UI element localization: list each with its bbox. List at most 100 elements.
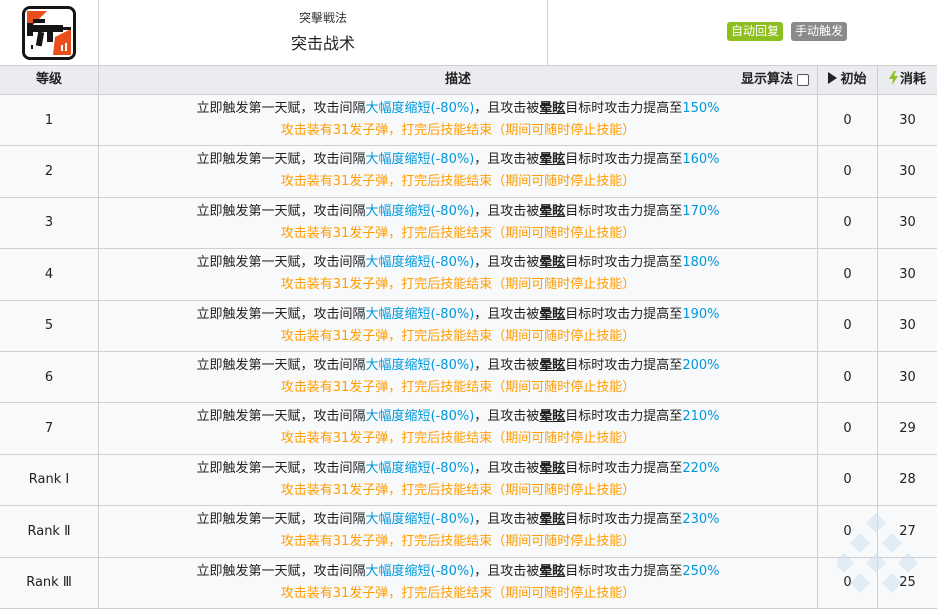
desc-text-c: ，且攻击被 — [474, 409, 540, 425]
desc-text-c: ，且攻击被 — [474, 101, 540, 116]
skill-header: 突擊戦法 突击战术 自动回复 手动触发 — [0, 0, 937, 66]
description-line-1: 立即触发第一天赋，攻击间隔大幅度缩短(-80%)，且攻击被晕眩目标时攻击力提高至… — [99, 355, 817, 377]
description-line-2: 攻击装有31发子弹，打完后技能结束（期间可随时停止技能） — [280, 174, 636, 190]
description-cell: 立即触发第一天赋，攻击间隔大幅度缩短(-80%)，且攻击被晕眩目标时攻击力提高至… — [99, 197, 818, 249]
sp-cost-cell: 30 — [899, 369, 916, 385]
table-row: 7 立即触发第一天赋，攻击间隔大幅度缩短(-80%)，且攻击被晕眩目标时攻击力提… — [0, 403, 937, 455]
desc-text-a: 立即触发第一天赋，攻击间隔 — [196, 306, 366, 322]
skill-badges: 自动回复 手动触发 — [726, 22, 847, 41]
attack-percent-value: 190% — [682, 306, 720, 322]
initial-sp-cell: 0 — [818, 300, 878, 351]
desc-text-e: 目标时攻击力提高至 — [565, 101, 683, 116]
table-row: 1 立即触发第一天赋，攻击间隔大幅度缩短(-80%)，且攻击被晕眩目标时攻击力提… — [0, 95, 937, 147]
desc-text-c: ，且攻击被 — [474, 203, 540, 219]
level-cell: 4 — [0, 249, 99, 300]
description-line-2: 攻击装有31发子弹，打完后技能结束（期间可随时停止技能） — [280, 482, 636, 498]
desc-interval-highlight: 大幅度缩短(-80%) — [365, 203, 475, 219]
stun-keyword-link[interactable]: 晕眩 — [539, 512, 565, 527]
skill-name-cell: 突擊戦法 突击战术 — [99, 0, 548, 66]
level-cell: 7 — [0, 403, 99, 454]
description-column-header: 描述 — [99, 66, 818, 94]
recovery-type-badge: 自动回复 — [726, 22, 783, 41]
desc-interval-highlight: 大幅度缩短(-80%) — [365, 101, 475, 116]
description-line-2: 攻击装有31发子弹，打完后技能结束（期间可随时停止技能） — [280, 379, 636, 395]
sp-cost-cell: 30 — [899, 112, 916, 128]
skill-subtitle: 突擊戦法 — [298, 11, 347, 25]
description-cell: 立即触发第一天赋，攻击间隔大幅度缩短(-80%)，且攻击被晕眩目标时攻击力提高至… — [99, 249, 818, 300]
description-line-1: 立即触发第一天赋，攻击间隔大幅度缩短(-80%)，且攻击被晕眩目标时攻击力提高至… — [99, 304, 817, 326]
description-cell: 立即触发第一天赋，攻击间隔大幅度缩短(-80%)，且攻击被晕眩目标时攻击力提高至… — [99, 454, 818, 506]
table-header: 等级 描述 显示算法 初始 消耗 — [0, 66, 937, 95]
sp-cost-cell: 30 — [899, 215, 916, 231]
show-formula-checkbox[interactable] — [797, 74, 809, 86]
desc-text-e: 目标时攻击力提高至 — [565, 460, 683, 476]
stun-keyword-link[interactable]: 晕眩 — [539, 409, 565, 424]
desc-text-c: ，且攻击被 — [474, 512, 540, 528]
desc-text-c: ，且攻击被 — [474, 255, 540, 271]
assault-rifle-icon — [22, 6, 76, 60]
sp-cost-cell: 30 — [899, 164, 916, 180]
stun-keyword-link[interactable]: 晕眩 — [539, 152, 565, 167]
table-row: 4 立即触发第一天赋，攻击间隔大幅度缩短(-80%)，且攻击被晕眩目标时攻击力提… — [0, 249, 937, 301]
desc-text-a: 立即触发第一天赋，攻击间隔 — [196, 409, 366, 425]
desc-text-e: 目标时攻击力提高至 — [565, 152, 683, 168]
level-column-header: 等级 — [0, 66, 99, 94]
desc-text-e: 目标时攻击力提高至 — [565, 512, 683, 528]
description-line-2: 攻击装有31发子弹，打完后技能结束（期间可随时停止技能） — [280, 277, 636, 293]
sp-cost-cell: 30 — [899, 266, 916, 282]
skill-icon-cell — [0, 0, 99, 66]
level-cell: Rank Ⅱ — [0, 506, 99, 557]
description-line-2: 攻击装有31发子弹，打完后技能结束（期间可随时停止技能） — [280, 123, 636, 138]
level-cell: Rank Ⅰ — [0, 454, 99, 506]
attack-percent-value: 220% — [682, 460, 720, 476]
level-cell: 1 — [0, 95, 99, 146]
desc-text-a: 立即触发第一天赋，攻击间隔 — [196, 255, 366, 271]
desc-interval-highlight: 大幅度缩短(-80%) — [365, 152, 475, 168]
desc-text-c: ，且攻击被 — [474, 460, 540, 476]
skill-level-table: 1 立即触发第一天赋，攻击间隔大幅度缩短(-80%)，且攻击被晕眩目标时攻击力提… — [0, 95, 937, 609]
initial-sp-cell: 0 — [818, 506, 878, 557]
initial-sp-cell: 0 — [818, 351, 878, 403]
play-icon — [828, 72, 838, 84]
stun-keyword-link[interactable]: 晕眩 — [539, 255, 565, 270]
table-row: 6 立即触发第一天赋，攻击间隔大幅度缩短(-80%)，且攻击被晕眩目标时攻击力提… — [0, 351, 937, 404]
stun-keyword-link[interactable]: 晕眩 — [539, 358, 565, 373]
table-row: Rank Ⅰ 立即触发第一天赋，攻击间隔大幅度缩短(-80%)，且攻击被晕眩目标… — [0, 454, 937, 507]
trigger-type-badge: 手动触发 — [790, 22, 847, 41]
description-cell: 立即触发第一天赋，攻击间隔大幅度缩短(-80%)，且攻击被晕眩目标时攻击力提高至… — [99, 506, 818, 557]
description-line-2: 攻击装有31发子弹，打完后技能结束（期间可随时停止技能） — [280, 585, 636, 601]
stun-keyword-link[interactable]: 晕眩 — [539, 101, 565, 116]
desc-text-e: 目标时攻击力提高至 — [565, 409, 683, 425]
desc-interval-highlight: 大幅度缩短(-80%) — [365, 255, 475, 271]
stun-keyword-link[interactable]: 晕眩 — [539, 307, 565, 322]
desc-text-a: 立即触发第一天赋，攻击间隔 — [196, 512, 366, 528]
initial-sp-cell: 0 — [818, 454, 878, 506]
attack-percent-value: 160% — [682, 152, 720, 168]
stun-keyword-link[interactable]: 晕眩 — [539, 564, 565, 579]
description-line-1: 立即触发第一天赋，攻击间隔大幅度缩短(-80%)，且攻击被晕眩目标时攻击力提高至… — [99, 561, 817, 583]
desc-interval-highlight: 大幅度缩短(-80%) — [365, 409, 475, 425]
description-cell: 立即触发第一天赋，攻击间隔大幅度缩短(-80%)，且攻击被晕眩目标时攻击力提高至… — [99, 351, 818, 403]
attack-percent-value: 250% — [682, 563, 720, 579]
initial-sp-cell: 0 — [818, 557, 878, 608]
attack-percent-value: 170% — [682, 203, 720, 219]
lightning-bolt-icon — [888, 71, 898, 85]
table-row: 5 立即触发第一天赋，攻击间隔大幅度缩短(-80%)，且攻击被晕眩目标时攻击力提… — [0, 300, 937, 352]
initial-sp-cell: 0 — [818, 197, 878, 249]
initial-sp-cell: 0 — [818, 403, 878, 454]
attack-percent-value: 150% — [682, 101, 720, 116]
initial-sp-cell: 0 — [818, 95, 878, 146]
stun-keyword-link[interactable]: 晕眩 — [539, 204, 565, 219]
description-line-2: 攻击装有31发子弹，打完后技能结束（期间可随时停止技能） — [280, 431, 636, 447]
desc-text-e: 目标时攻击力提高至 — [565, 255, 683, 271]
attack-percent-value: 230% — [682, 512, 720, 528]
table-row: Rank Ⅱ 立即触发第一天赋，攻击间隔大幅度缩短(-80%)，且攻击被晕眩目标… — [0, 506, 937, 558]
level-cell: Rank Ⅲ — [0, 557, 99, 608]
sp-cost-cell: 27 — [899, 523, 916, 539]
attack-percent-value: 200% — [682, 357, 720, 373]
stun-keyword-link[interactable]: 晕眩 — [539, 461, 565, 476]
description-cell: 立即触发第一天赋，攻击间隔大幅度缩短(-80%)，且攻击被晕眩目标时攻击力提高至… — [99, 403, 818, 454]
desc-text-a: 立即触发第一天赋，攻击间隔 — [196, 203, 366, 219]
show-formula-toggle[interactable]: 显示算法 — [741, 66, 809, 94]
table-row: 2 立即触发第一天赋，攻击间隔大幅度缩短(-80%)，且攻击被晕眩目标时攻击力提… — [0, 146, 937, 198]
